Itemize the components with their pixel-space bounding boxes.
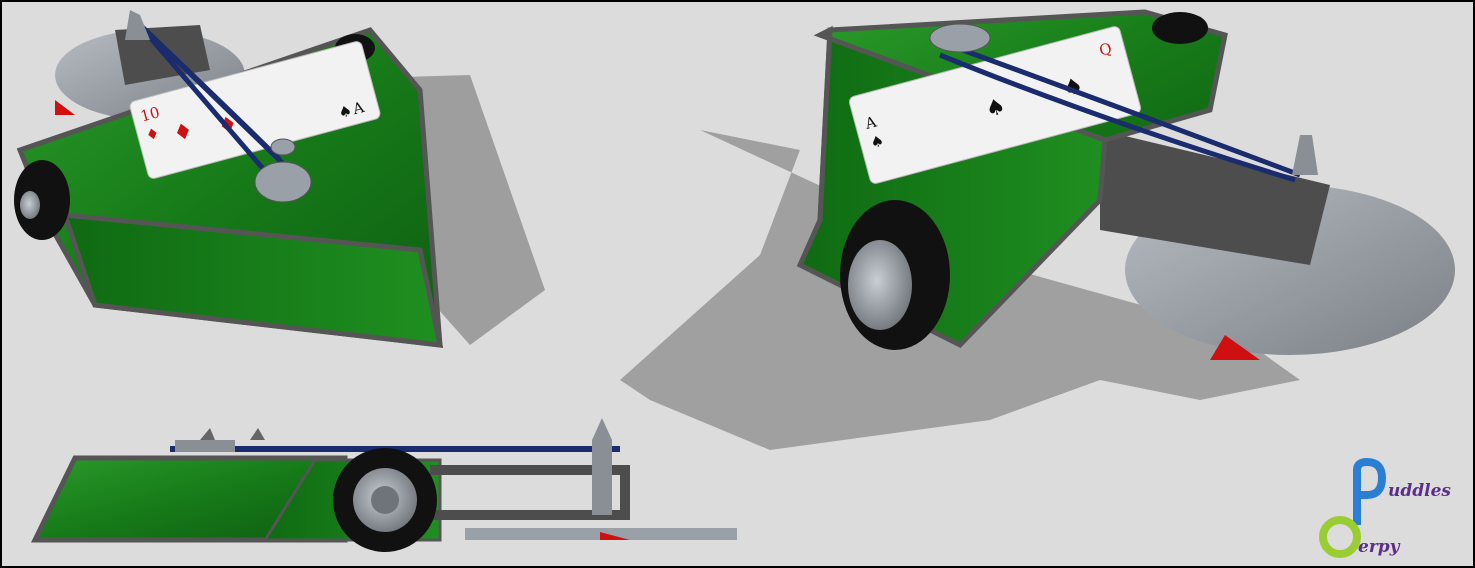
spike [250, 428, 265, 440]
blade-tooth [55, 100, 75, 115]
spike [200, 428, 215, 440]
pulley-block [175, 440, 235, 452]
logo-word-top: uddles [1388, 481, 1451, 501]
spike [125, 10, 150, 40]
pulley [929, 23, 991, 53]
robot-view-side [30, 418, 737, 552]
weapon-shaft [592, 440, 612, 515]
pulley [254, 161, 312, 203]
logo: uddles erpy [1319, 457, 1451, 558]
wheel [14, 160, 70, 240]
robot-view-left: 10 ♦ A ♠ ♦ ♦ [14, 10, 545, 348]
wheel [840, 200, 950, 350]
wheel [1152, 12, 1208, 44]
spike [592, 418, 612, 440]
logo-d-mark [1319, 516, 1361, 558]
logo-word-bottom: erpy [1358, 537, 1401, 557]
robot-view-right: A ♠ Q ♠ ♠ [620, 9, 1455, 450]
logo-p-mark [1353, 457, 1387, 525]
pulley [270, 138, 296, 156]
frame-rail [620, 465, 630, 520]
spike [1292, 135, 1318, 175]
robot-render-canvas: 10 ♦ A ♠ ♦ ♦ A ♠ Q ♠ ♠ uddles erpy [14, 9, 1455, 558]
wheel [333, 448, 437, 552]
